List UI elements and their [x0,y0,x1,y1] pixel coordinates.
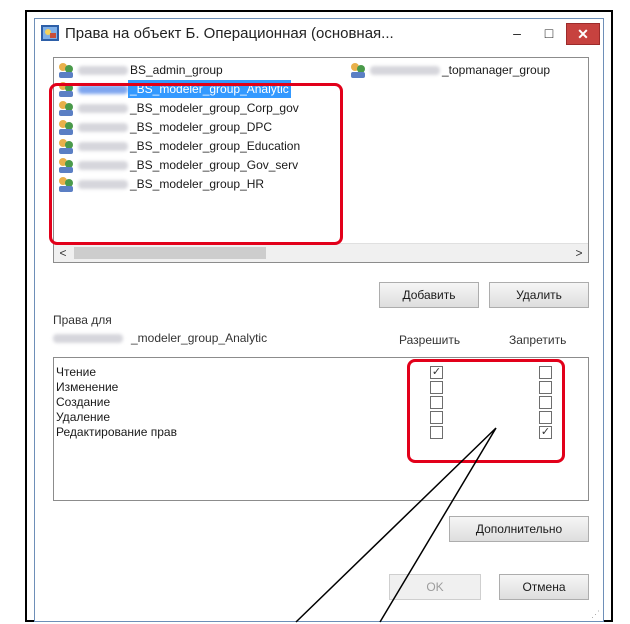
group-label: _topmanager_group [442,63,551,77]
permissions-dialog: Права на объект Б. Операционная (основна… [34,18,604,622]
user-group-icon [59,158,73,173]
permission-name: Чтение [56,365,97,379]
user-group-icon [351,63,365,78]
deny-column-header: Запретить [509,333,567,347]
list-item[interactable]: BS_admin_group [56,61,346,79]
deny-modify-checkbox[interactable] [539,381,552,394]
user-group-icon [59,139,73,154]
redacted-text [78,123,128,132]
user-group-icon [59,120,73,135]
list-item[interactable]: _BS_modeler_group_DPC [56,118,346,136]
redacted-text [78,180,128,189]
scroll-right-icon[interactable]: > [570,244,588,262]
list-item[interactable]: _BS_modeler_group_Analytic [56,80,346,98]
cancel-button[interactable]: Отмена [499,574,589,600]
groups-listbox[interactable]: BS_admin_group _topmanager_group _BS_mod… [53,57,589,263]
permission-name: Создание [56,395,111,409]
redacted-text [53,334,123,343]
remove-button[interactable]: Удалить [489,282,589,308]
advanced-button[interactable]: Дополнительно [449,516,589,542]
group-label: _BS_modeler_group_Corp_gov [130,101,299,115]
allow-edit-rights-checkbox[interactable] [430,426,443,439]
user-group-icon [59,177,73,192]
redacted-text [78,104,128,113]
deny-edit-rights-checkbox[interactable]: ✓ [539,426,552,439]
maximize-button[interactable]: □ [535,23,563,45]
window-title: Права на объект Б. Операционная (основна… [65,25,394,42]
permission-row: Редактирование прав [56,424,177,440]
permission-row: Изменение [56,379,118,395]
allow-read-checkbox[interactable]: ✓ [430,366,443,379]
redacted-text [78,142,128,151]
permission-row: Чтение [56,364,96,380]
permission-name: Удаление [56,410,111,424]
user-group-icon [59,63,73,78]
group-label: _BS_modeler_group_Education [130,139,301,153]
add-button[interactable]: Добавить [379,282,479,308]
list-item[interactable]: _BS_modeler_group_HR [56,175,346,193]
group-label: _BS_modeler_group_Gov_serv [130,158,299,172]
redacted-text [370,66,440,75]
rights-for-label: Права для [53,313,112,327]
group-label: _BS_modeler_group_HR [130,177,265,191]
allow-modify-checkbox[interactable] [430,381,443,394]
security-dialog-icon [41,25,59,41]
scrollbar-thumb[interactable] [74,247,266,259]
redacted-text [78,85,128,94]
allow-delete-checkbox[interactable] [430,411,443,424]
user-group-icon [59,101,73,116]
redacted-text [78,161,128,170]
list-item[interactable]: _BS_modeler_group_Education [56,137,346,155]
title-bar[interactable]: Права на объект Б. Операционная (основна… [35,19,603,49]
permission-name: Изменение [56,380,119,394]
resize-grip-icon[interactable]: ⋰ [591,609,601,619]
group-label: _BS_modeler_group_DPC [130,120,273,134]
list-item[interactable]: _BS_modeler_group_Corp_gov [56,99,346,117]
deny-delete-checkbox[interactable] [539,411,552,424]
permission-row: Удаление [56,409,110,425]
deny-read-checkbox[interactable] [539,366,552,379]
allow-column-header: Разрешить [399,333,461,347]
minimize-button[interactable]: – [503,23,531,45]
list-item[interactable]: _BS_modeler_group_Gov_serv [56,156,346,174]
scroll-left-icon[interactable]: < [54,244,72,262]
ok-button[interactable]: OK [389,574,481,600]
deny-create-checkbox[interactable] [539,396,552,409]
allow-create-checkbox[interactable] [430,396,443,409]
group-label: BS_admin_group [130,63,223,77]
group-label-selected: _BS_modeler_group_Analytic [128,80,291,98]
rights-principal-name: _modeler_group_Analytic [131,331,268,345]
close-button[interactable]: ✕ [566,23,600,45]
horizontal-scrollbar[interactable]: < > [54,243,588,262]
redacted-text [78,66,128,75]
permission-name: Редактирование прав [56,425,177,439]
user-group-icon [59,82,73,97]
list-item[interactable]: _topmanager_group [348,61,584,79]
permission-row: Создание [56,394,110,410]
permissions-list: Чтение Изменение Создание Удаление Редак… [53,357,589,501]
